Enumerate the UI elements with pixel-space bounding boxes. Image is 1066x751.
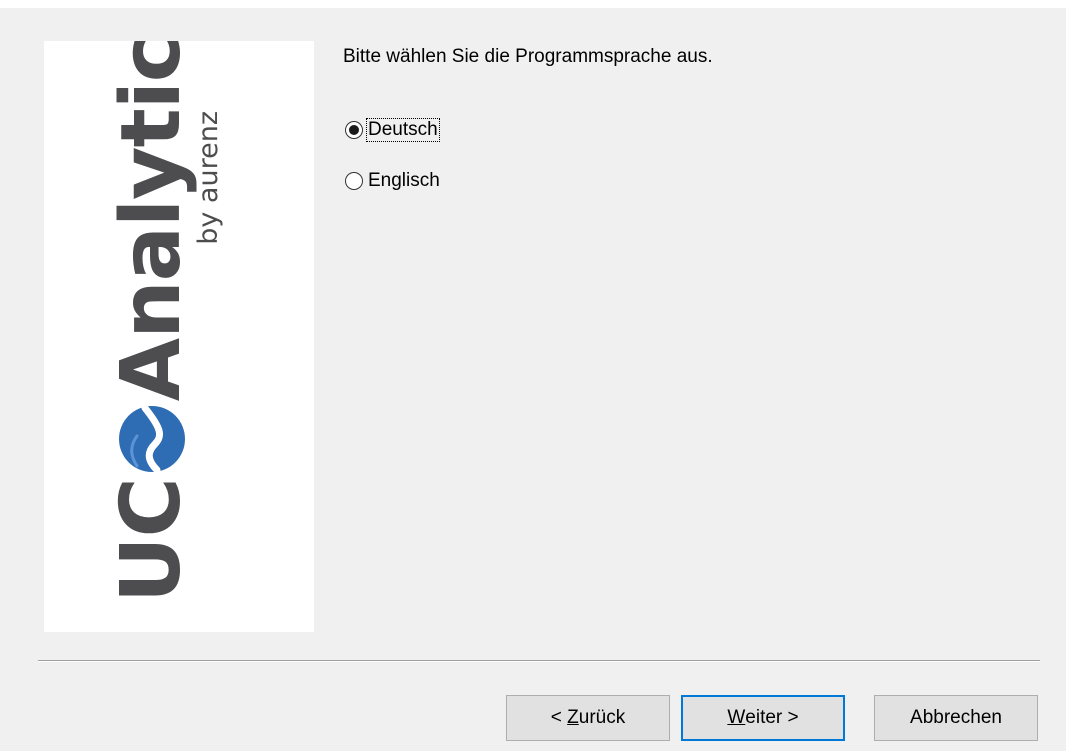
- button-separator: [38, 660, 1040, 662]
- logo-text-analytics: Analytics: [104, 41, 199, 402]
- logo-subtitle: by aurenz: [193, 111, 224, 245]
- language-prompt: Bitte wählen Sie die Programmsprache aus…: [343, 46, 713, 67]
- radio-deutsch[interactable]: Deutsch: [345, 118, 440, 142]
- next-button-mnemonic: W: [727, 707, 746, 728]
- radio-label-englisch[interactable]: Englisch: [366, 169, 442, 193]
- next-button[interactable]: Weiter >: [681, 695, 845, 741]
- back-button-mnemonic: Z: [567, 707, 579, 728]
- cancel-button[interactable]: Abbrechen: [874, 695, 1038, 741]
- setup-dialog: UC Analytics by aurenz Bitte wählen Sie …: [0, 8, 1066, 751]
- radio-label-deutsch[interactable]: Deutsch: [366, 118, 440, 142]
- logo-globe-icon: [119, 404, 185, 474]
- uc-analytics-logo: UC Analytics by aurenz: [89, 41, 269, 631]
- back-button-label: urück: [578, 707, 626, 728]
- radio-button-checked[interactable]: [345, 121, 363, 139]
- back-button-prefix: <: [550, 707, 568, 728]
- logo-wordmark: UC Analytics: [104, 41, 199, 603]
- radio-button-unchecked[interactable]: [345, 172, 363, 190]
- logo-text-uc: UC: [104, 478, 199, 603]
- back-button[interactable]: < Zurück: [506, 695, 670, 741]
- next-button-label: eiter >: [745, 707, 799, 728]
- radio-dot: [349, 125, 359, 135]
- logo-panel: UC Analytics by aurenz: [44, 41, 314, 632]
- radio-englisch[interactable]: Englisch: [345, 169, 442, 193]
